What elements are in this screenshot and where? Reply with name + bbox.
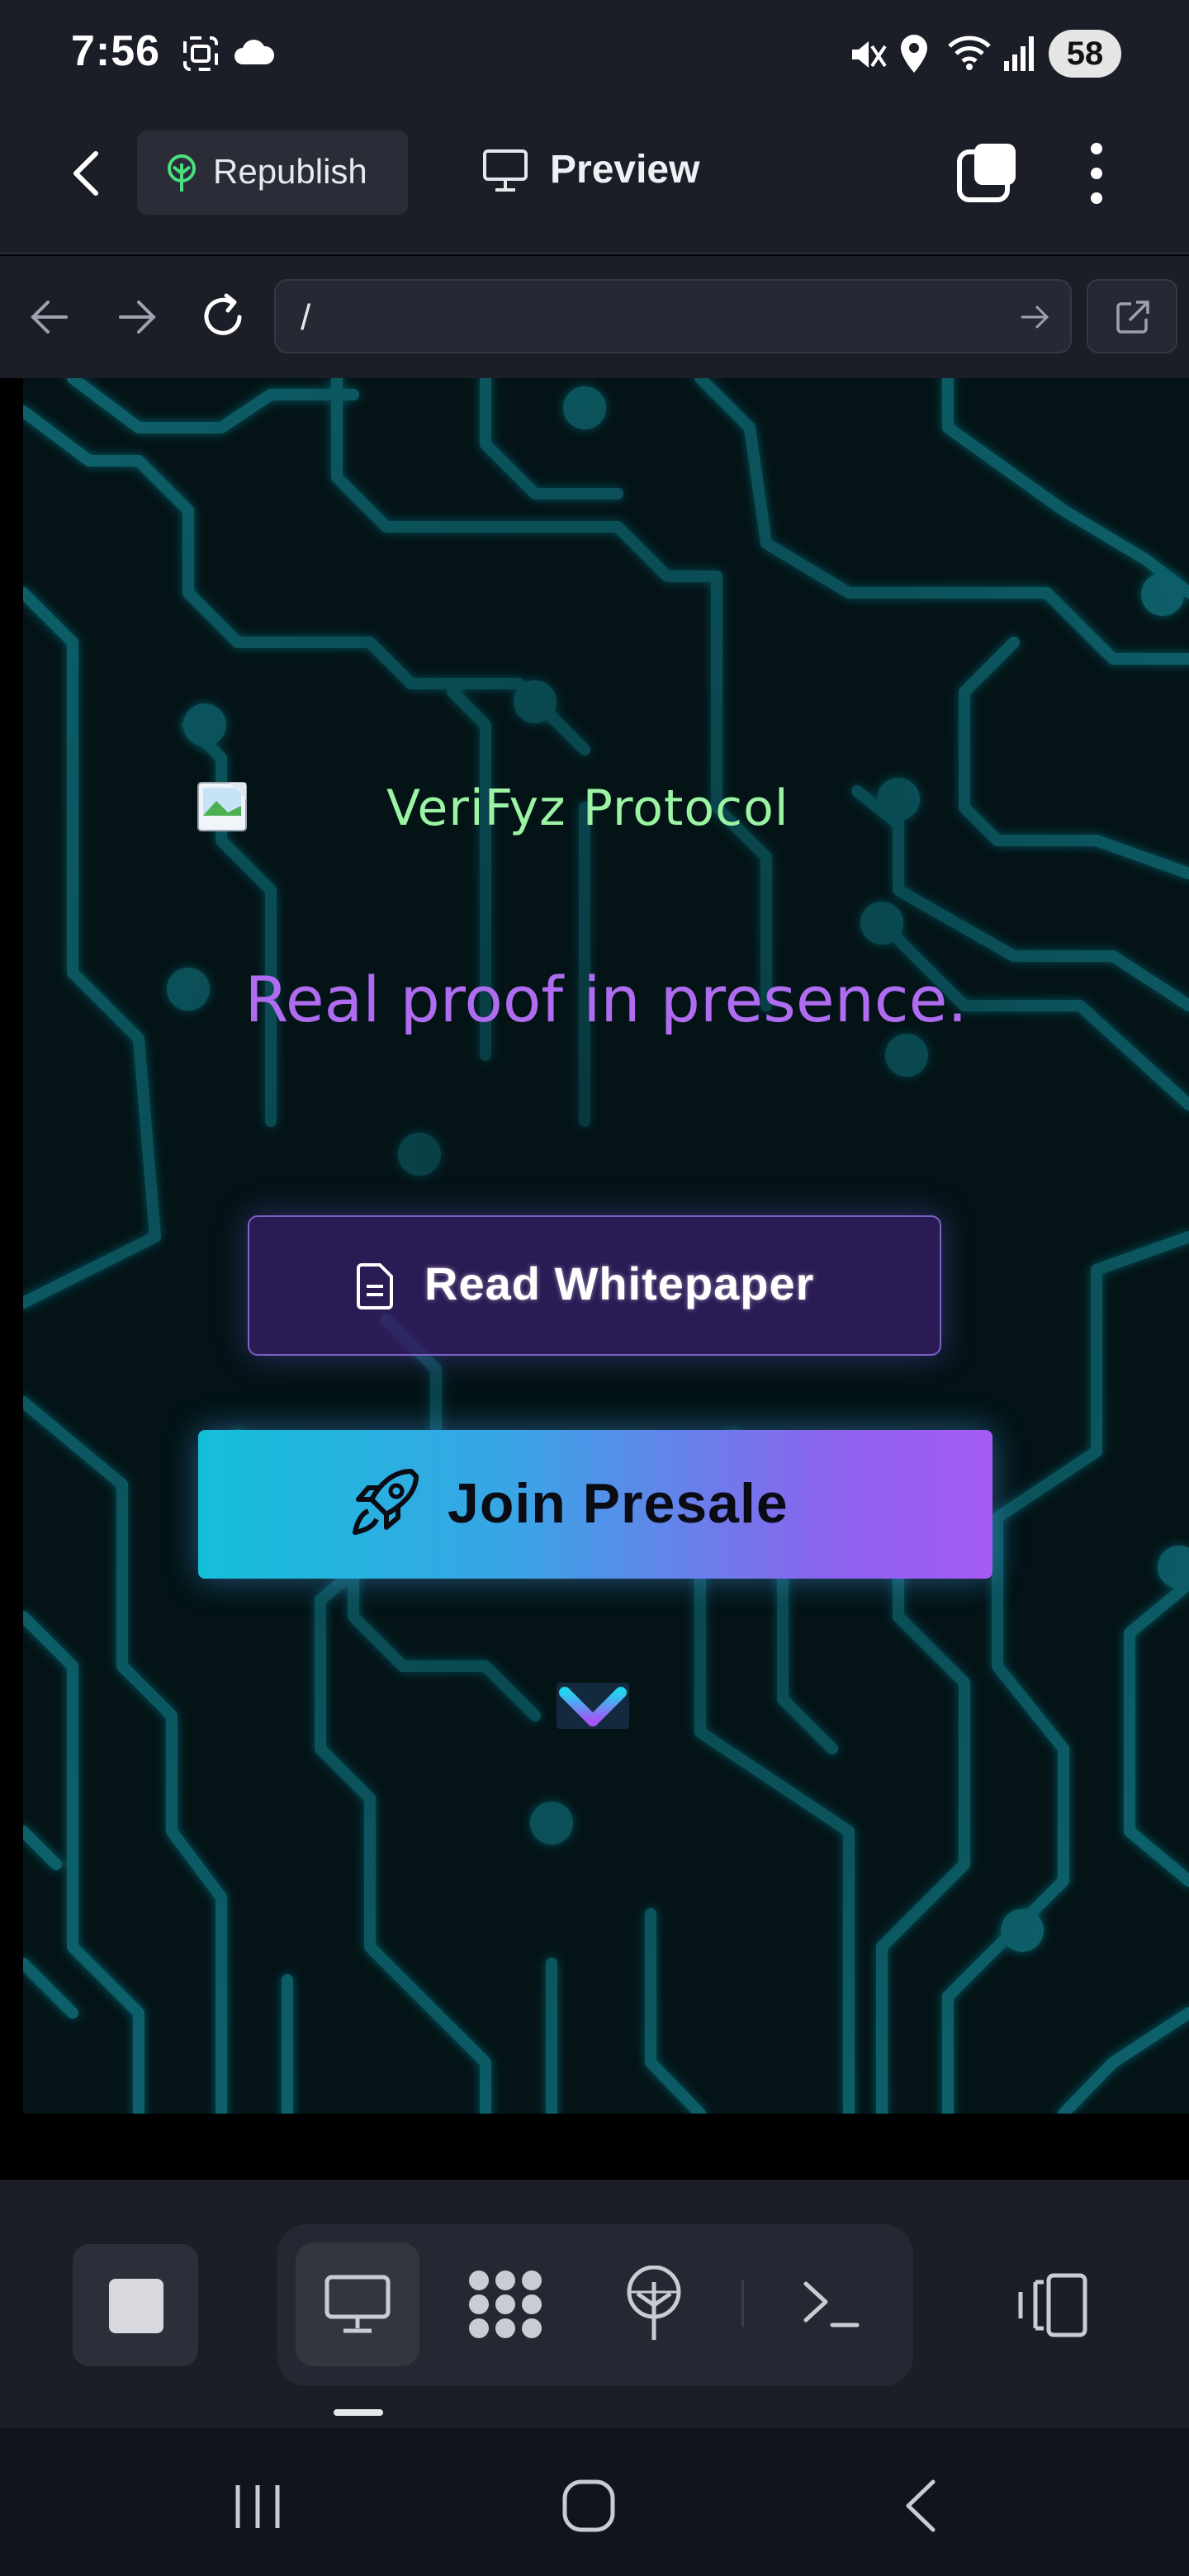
- signal-icon: [1004, 36, 1034, 71]
- home-icon[interactable]: [561, 2479, 616, 2533]
- url-bar[interactable]: /: [274, 279, 1072, 353]
- stop-icon: [109, 2279, 163, 2333]
- divider: [741, 2280, 744, 2327]
- whitepaper-label: Read Whitepaper: [424, 1257, 815, 1309]
- more-menu-icon[interactable]: [1088, 140, 1105, 206]
- viewport-edge: [0, 378, 23, 2114]
- tab-indicator: [334, 2409, 383, 2416]
- tagline: Real proof in presence.: [244, 963, 968, 1036]
- deploy-tree-icon: [168, 154, 196, 192]
- external-link-icon: [1116, 301, 1149, 334]
- scroll-down-arrow-icon[interactable]: [552, 1641, 634, 1740]
- apps-icon[interactable]: [467, 2267, 543, 2342]
- broken-logo-image: [197, 782, 247, 831]
- open-external-button[interactable]: [1087, 279, 1177, 353]
- go-arrow-icon[interactable]: [1019, 302, 1052, 332]
- back-icon[interactable]: [68, 149, 106, 198]
- clock: 7:56: [71, 27, 161, 75]
- battery-indicator: 58: [1049, 30, 1121, 78]
- read-whitepaper-button[interactable]: Read Whitepaper: [248, 1215, 941, 1356]
- system-back-icon[interactable]: [902, 2477, 940, 2535]
- wifi-icon: [948, 36, 991, 70]
- monitor-icon: [483, 149, 528, 192]
- location-icon: [901, 35, 927, 73]
- join-presale-button[interactable]: Join Presale: [198, 1430, 992, 1579]
- desktop-icon: [324, 2275, 391, 2333]
- document-icon: [357, 1263, 393, 1309]
- layout-toggle-icon[interactable]: [1016, 2272, 1088, 2338]
- presale-label: Join Presale: [448, 1472, 789, 1535]
- nav-forward-icon[interactable]: [116, 299, 159, 335]
- site-preview: VeriFyz Protocol Real proof in presence.…: [23, 378, 1189, 2114]
- mute-icon: [852, 41, 887, 68]
- republish-label: Republish: [213, 152, 367, 191]
- cloud-icon: [234, 40, 275, 64]
- rocket-icon: [353, 1469, 419, 1535]
- recent-apps-icon[interactable]: [231, 2482, 284, 2531]
- reload-icon[interactable]: [198, 292, 248, 342]
- deploy-icon[interactable]: [623, 2266, 685, 2342]
- status-bar: 7:56 58: [0, 0, 1189, 107]
- terminal-icon[interactable]: [801, 2279, 860, 2330]
- url-text[interactable]: /: [301, 297, 310, 339]
- viewport-bottom-gap: [0, 2114, 1189, 2180]
- preview-title[interactable]: Preview: [550, 147, 699, 192]
- republish-button[interactable]: Republish: [137, 130, 408, 215]
- nav-back-icon[interactable]: [28, 299, 71, 335]
- tabs-icon[interactable]: [956, 140, 1019, 203]
- brand-title: VeriFyz Protocol: [386, 779, 789, 837]
- screenshot-icon: [183, 36, 218, 71]
